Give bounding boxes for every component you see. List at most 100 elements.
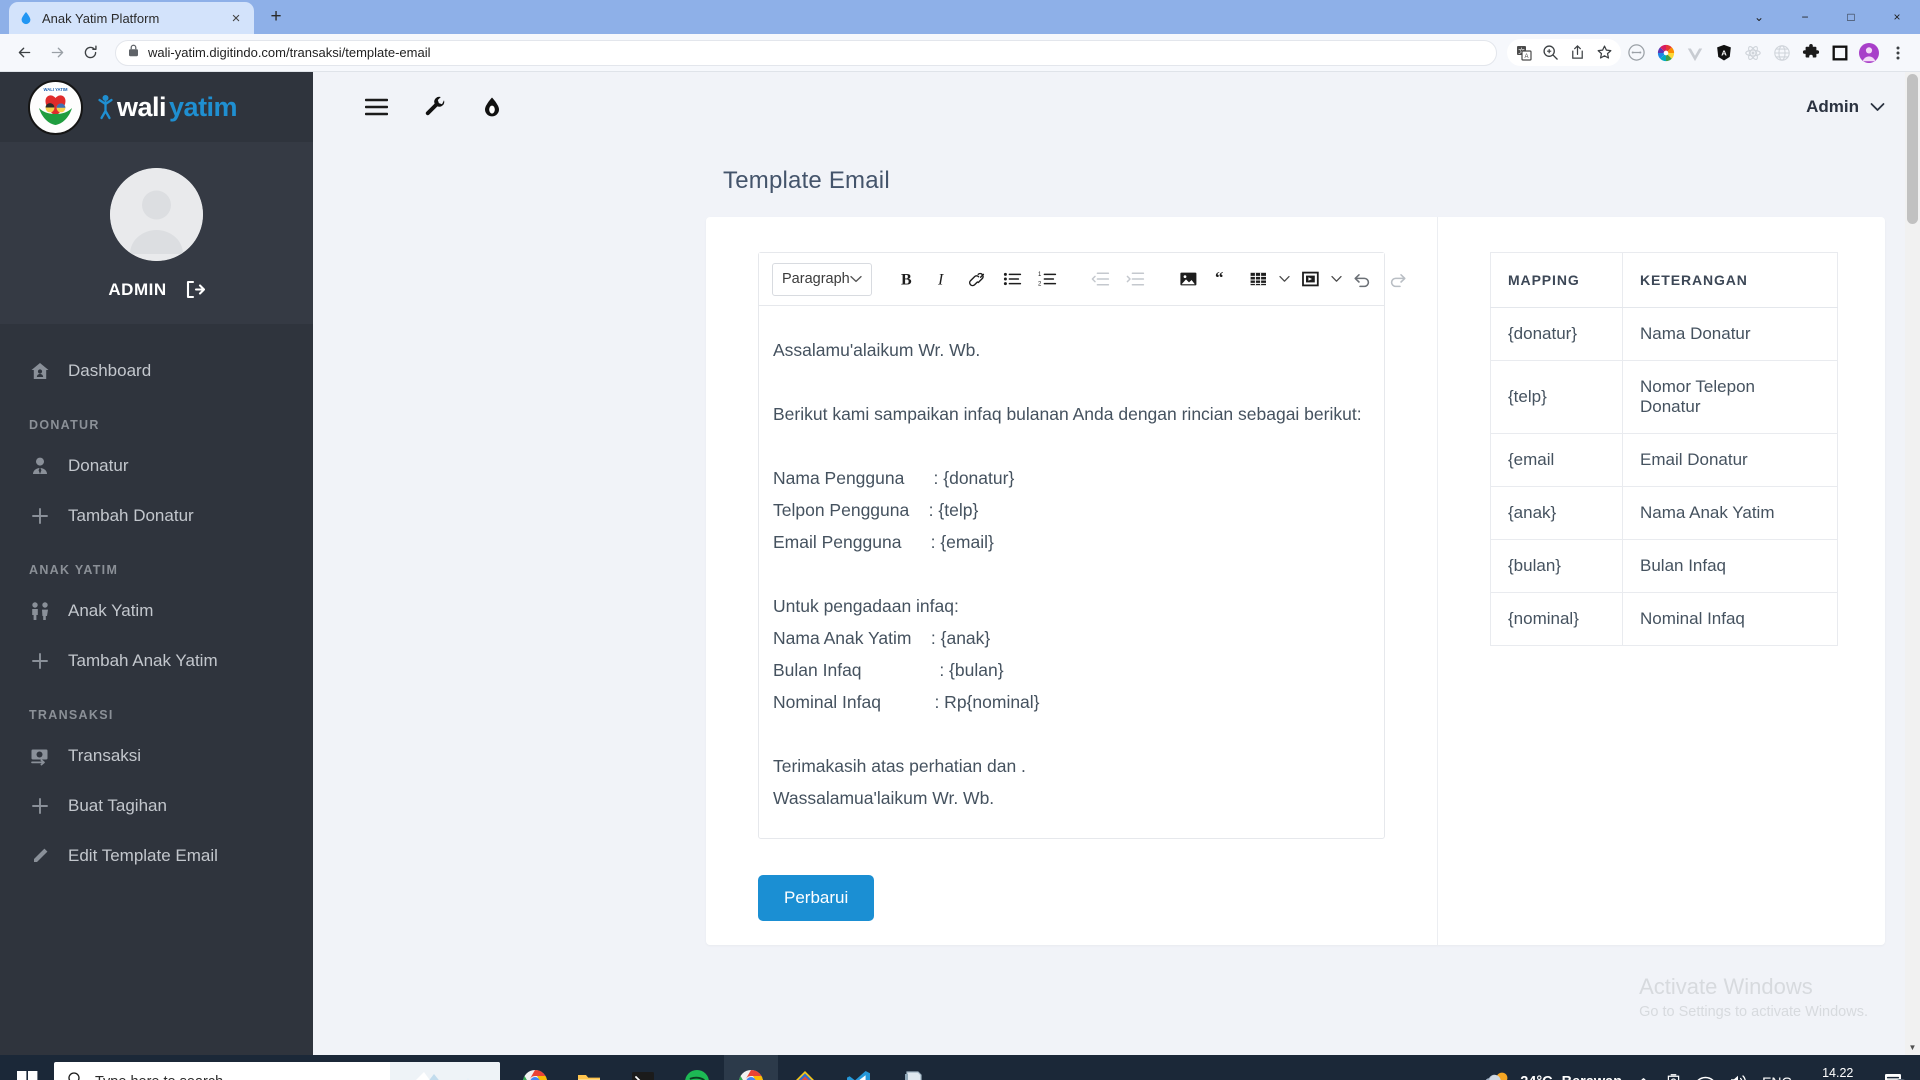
media-options-caret-icon[interactable] [1328,262,1345,297]
table-icon[interactable] [1241,262,1276,297]
sidebar-brand[interactable]: WALI YATIM wali yatim [0,72,313,142]
app-book-icon[interactable] [886,1055,940,1080]
language-indicator[interactable]: ENG [1762,1074,1792,1080]
browser-toolbar-icons: 文A A [1507,39,1911,66]
address-bar-url: wali-yatim.digitindo.com/transaksi/templ… [148,45,431,60]
sidebar-item-tambah-anak-yatim[interactable]: Tambah Anak Yatim [0,636,313,686]
windows-start-icon[interactable] [0,1055,54,1080]
user-menu[interactable]: Admin [1806,97,1885,117]
table-options-caret-icon[interactable] [1276,262,1293,297]
watermark-title: Activate Windows [1639,974,1813,999]
sidebar-item-edit-template-email[interactable]: Edit Template Email [0,831,313,881]
forward-icon[interactable] [42,38,72,68]
video-icon[interactable] [1293,262,1328,297]
image-icon[interactable] [1171,262,1206,297]
chrome-icon[interactable] [508,1055,562,1080]
sidebar-item-dashboard[interactable]: Dashboard [0,346,313,396]
sidebar-item-label: Edit Template Email [68,846,218,865]
app-topbar: Admin [313,72,1920,142]
share-icon[interactable] [1564,39,1591,66]
weather-widget[interactable]: 24°C Berawan [1484,1069,1622,1080]
editor-content-area[interactable]: Assalamu'alaikum Wr. Wb. Berikut kami sa… [759,306,1384,838]
scrollbar-thumb[interactable] [1907,74,1918,224]
window-maximize-button[interactable]: □ [1828,0,1874,34]
spotify-icon[interactable] [670,1055,724,1080]
user-menu-label: Admin [1806,97,1859,116]
chevron-up-icon[interactable] [1636,1077,1651,1080]
bold-button[interactable]: B [890,262,925,297]
bullet-list-icon[interactable] [995,262,1030,297]
update-button[interactable]: Perbarui [758,875,875,921]
vue-icon[interactable] [1681,39,1708,66]
bookmark-star-icon[interactable] [1591,39,1618,66]
toolbar-group-lists: 12 [995,262,1065,297]
zoom-icon[interactable] [1537,39,1564,66]
globe-icon[interactable] [1768,39,1795,66]
volume-icon[interactable] [1729,1073,1748,1080]
hamburger-menu-icon[interactable] [365,98,388,116]
clock[interactable]: 14.22 19/01/2023 [1806,1065,1869,1080]
extension-circle-icon[interactable] [1623,39,1650,66]
file-explorer-icon[interactable] [562,1055,616,1080]
scroll-down-arrow-icon[interactable]: ▼ [1905,1040,1920,1055]
sidebar-item-transaksi[interactable]: Transaksi [0,731,313,781]
editor-toolbar: Paragraph B I 1 2 “ [759,253,1406,306]
sidebar-item-anak-yatim[interactable]: Anak Yatim [0,586,313,636]
logout-icon[interactable] [184,279,205,300]
sidebar-section-transaksi: TRANSAKSI [29,708,114,722]
window-minimize-button[interactable]: − [1782,0,1828,34]
table-row: {donatur} Nama Donatur [1490,307,1838,361]
square-icon[interactable] [1826,39,1853,66]
table-row: {bulan} Bulan Infaq [1490,539,1838,593]
wifi-icon[interactable] [1696,1074,1715,1080]
cell-keterangan: Bulan Infaq [1622,539,1838,593]
indent-icon[interactable] [1118,262,1153,297]
sidebar-item-tambah-donatur[interactable]: Tambah Donatur [0,491,313,541]
sidebar-profile: ADMIN [0,142,313,324]
sidebar-item-buat-tagihan[interactable]: Buat Tagihan [0,781,313,831]
browser-tab[interactable]: Anak Yatim Platform × [9,2,254,34]
vscode-icon[interactable] [832,1055,886,1080]
children-icon [29,601,51,621]
terminal-icon[interactable] [616,1055,670,1080]
flame-icon[interactable] [482,96,502,118]
profile-avatar-icon[interactable] [1855,39,1882,66]
avatar[interactable] [110,168,203,261]
window-more-icon[interactable]: ⌄ [1736,0,1782,34]
sidebar-item-donatur[interactable]: Donatur [0,441,313,491]
sidebar-item-label: Buat Tagihan [68,796,167,815]
puzzle-icon[interactable] [1797,39,1824,66]
color-wheel-icon[interactable] [1652,39,1679,66]
address-bar[interactable]: wali-yatim.digitindo.com/transaksi/templ… [115,39,1497,66]
italic-button[interactable]: I [925,262,960,297]
svg-text:WALI YATIM: WALI YATIM [44,87,68,92]
editor-column: Paragraph B I 1 2 “ Assalamu'alaikum Wr.… [706,217,1437,945]
new-tab-button[interactable]: + [260,1,292,33]
kebab-menu-icon[interactable] [1884,39,1911,66]
chrome-canary-icon[interactable] [724,1055,778,1080]
link-icon[interactable] [960,262,995,297]
editor-line: Nominal Infaq : Rp{nominal} [773,692,1040,712]
angular-icon[interactable]: A [1710,39,1737,66]
app-diamond-icon[interactable] [778,1055,832,1080]
react-icon[interactable] [1739,39,1766,66]
wrench-icon[interactable] [424,96,446,118]
numbered-list-icon[interactable]: 12 [1030,262,1065,297]
taskbar-search[interactable]: Type here to search [54,1061,500,1080]
onedrive-icon[interactable] [1665,1073,1682,1080]
window-close-button[interactable]: × [1874,0,1920,34]
redo-icon[interactable] [1380,262,1415,297]
topbar-icon-group [365,96,502,118]
outdent-icon[interactable] [1083,262,1118,297]
reload-icon[interactable] [75,38,105,68]
close-icon[interactable]: × [227,9,245,27]
back-icon[interactable] [9,38,39,68]
translate-icon[interactable]: 文A [1510,39,1537,66]
block-format-select[interactable]: Paragraph [772,262,872,296]
weather-temp: 24°C [1520,1074,1552,1080]
notification-center-icon[interactable]: 1 [1883,1072,1909,1080]
undo-icon[interactable] [1345,262,1380,297]
mapping-table: MAPPING KETERANGAN {donatur} Nama Donatu… [1490,252,1838,646]
quote-icon[interactable]: “ [1206,262,1241,297]
page-scrollbar[interactable]: ▲ ▼ [1905,72,1920,1055]
